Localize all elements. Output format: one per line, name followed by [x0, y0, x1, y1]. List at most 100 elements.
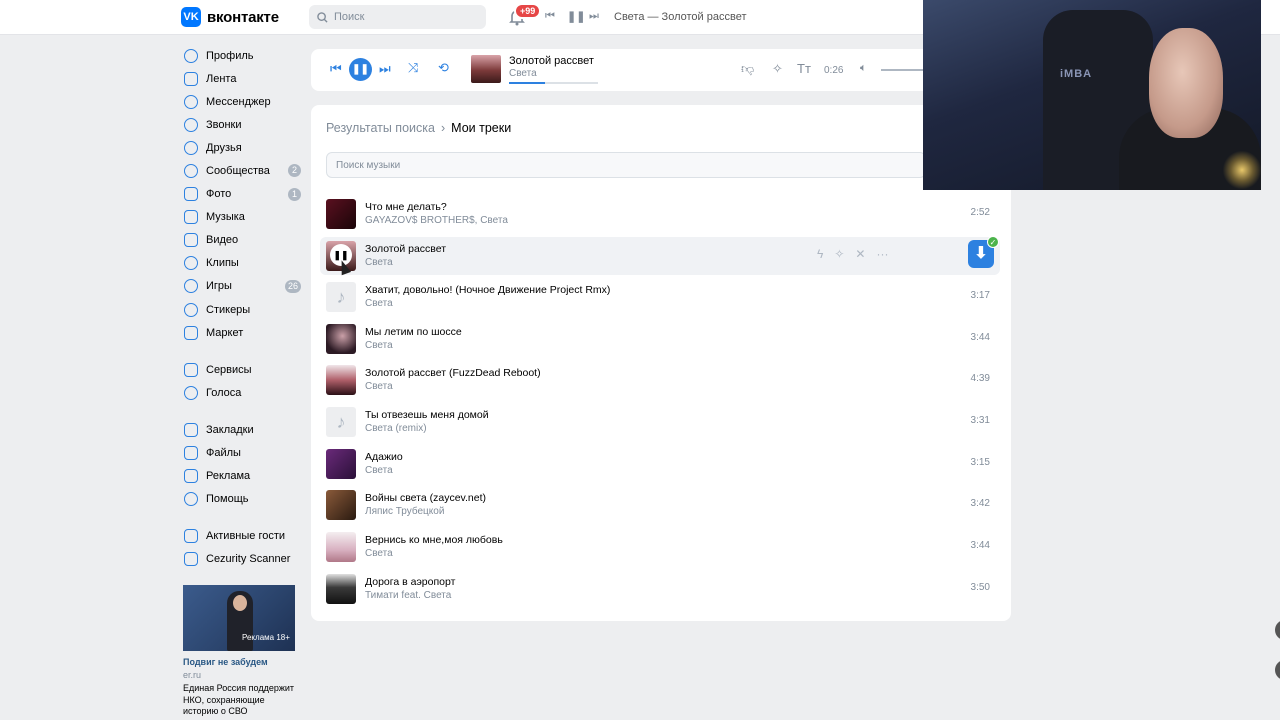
sidebar-item-clips[interactable]: Клипы — [181, 252, 301, 275]
sidebar-item-photos[interactable]: Фото 1 — [181, 183, 301, 206]
sidebar-item-label: Маркет — [206, 326, 244, 339]
player-artist[interactable]: Света — [509, 68, 537, 79]
track-title[interactable]: Ты отвезешь меня домой — [365, 409, 489, 421]
sidebar-item-market[interactable]: Маркет — [181, 321, 301, 344]
sidebar-item-feed[interactable]: Лента — [181, 67, 301, 90]
track-duration: 3:31 — [970, 415, 990, 426]
track-cover[interactable] — [326, 365, 356, 395]
sidebar-item-active-guests[interactable]: Активные гости — [181, 525, 301, 548]
player-title[interactable]: Золотой рассвет — [509, 55, 594, 67]
text-icon[interactable]: Тт — [797, 61, 811, 76]
track-row[interactable]: Вернись ко мне,моя любовь Света 3:44 — [320, 528, 1000, 566]
sidebar-item-votes[interactable]: Голоса — [181, 381, 301, 404]
track-title[interactable]: Что мне делать? — [365, 201, 447, 213]
track-artist[interactable]: Ляпис Трубецкой — [365, 506, 444, 517]
sidebar-item-bookmarks[interactable]: Закладки — [181, 418, 301, 441]
track-cover[interactable] — [326, 490, 356, 520]
track-artist[interactable]: Света — [365, 257, 393, 268]
track-artist[interactable]: GAYAZOV$ BROTHER$, Света — [365, 215, 508, 226]
sidebar-item-files[interactable]: Файлы — [181, 442, 301, 465]
track-artist[interactable]: Света — [365, 381, 393, 392]
sidebar-item-music[interactable]: Музыка — [181, 206, 301, 229]
sidebar-item-label: Файлы — [206, 447, 241, 460]
sidebar-item-calls[interactable]: Звонки — [181, 113, 301, 136]
track-row-playing[interactable]: ❚❚ Золотой рассвет Света ϟ ✧ ✕ ··· ⬇ ✓ — [320, 236, 1000, 275]
lightning-icon[interactable]: ϟ — [817, 247, 823, 261]
header-now-playing[interactable]: Света — Золотой рассвет — [614, 11, 746, 23]
track-title[interactable]: Мы летим по шоссе — [365, 326, 462, 338]
track-row[interactable]: ♪ Ты отвезешь меня домой Света (remix) 3… — [320, 403, 1000, 441]
track-cover[interactable] — [326, 199, 356, 229]
player-cover — [471, 55, 501, 83]
track-row[interactable]: ♪ Хватит, довольно! (Ночное Движение Pro… — [320, 278, 1000, 316]
games-badge: 26 — [284, 279, 301, 293]
sidebar-item-ads[interactable]: Реклама — [181, 465, 301, 488]
volume-icon[interactable]: 🔈︎ — [860, 62, 867, 75]
services-icon — [184, 362, 198, 377]
photo-icon — [184, 187, 198, 202]
shuffle-icon[interactable]: ⤨ — [408, 60, 418, 76]
sidebar-item-communities[interactable]: Сообщества 2 — [181, 159, 301, 182]
track-row[interactable]: Дорога в аэропорт Тимати feat. Света 3:5… — [320, 570, 1000, 608]
track-cover[interactable] — [326, 532, 356, 562]
sparkle-icon[interactable]: ✧ — [834, 247, 844, 261]
track-title[interactable]: Хватит, довольно! (Ночное Движение Proje… — [365, 284, 610, 296]
track-cover[interactable] — [326, 449, 356, 479]
sidebar-item-label: Фото — [206, 188, 232, 201]
track-title[interactable]: Золотой рассвет (FuzzDead Reboot) — [365, 367, 541, 379]
pause-button[interactable]: ❚❚ — [349, 58, 372, 81]
breadcrumb-search-results[interactable]: Результаты поиска — [326, 121, 435, 135]
edge-widget[interactable] — [1275, 620, 1280, 640]
sidebar-item-cezurity[interactable]: Cezurity Scanner — [181, 548, 301, 571]
sparkle-icon[interactable]: ✧ — [772, 61, 783, 77]
track-title[interactable]: Дорога в аэропорт — [365, 576, 455, 588]
ad-image[interactable]: Реклама 18+ — [183, 585, 295, 651]
track-cover[interactable] — [326, 324, 356, 354]
track-row[interactable]: Что мне делать? GAYAZOV$ BROTHER$, Света… — [320, 195, 1000, 233]
sidebar-item-help[interactable]: Помощь — [181, 488, 301, 511]
sidebar-item-stickers[interactable]: Стикеры — [181, 298, 301, 321]
track-title[interactable]: Адажио — [365, 451, 403, 463]
prev-track-button[interactable]: ⏮ — [330, 61, 342, 77]
music-note-icon[interactable]: ♪ — [326, 282, 356, 312]
breadcrumb: Результаты поиска › Мои треки — [326, 121, 511, 135]
edge-widget[interactable] — [1275, 660, 1280, 680]
track-artist[interactable]: Света — [365, 298, 393, 309]
track-title[interactable]: Вернись ко мне,моя любовь — [365, 534, 503, 546]
sidebar-item-video[interactable]: Видео — [181, 229, 301, 252]
music-note-icon[interactable]: ♪ — [326, 407, 356, 437]
close-icon[interactable]: ✕ — [855, 247, 865, 261]
sidebar-item-friends[interactable]: Друзья — [181, 136, 301, 159]
more-icon[interactable]: ··· — [876, 247, 888, 261]
track-cover[interactable] — [326, 574, 356, 604]
sidebar-item-label: Голоса — [206, 386, 242, 399]
volume-slider[interactable] — [881, 69, 926, 71]
header-search-input[interactable]: Поиск — [309, 5, 486, 29]
track-artist[interactable]: Света (remix) — [365, 423, 427, 434]
track-artist[interactable]: Света — [365, 465, 393, 476]
sidebar-item-services[interactable]: Сервисы — [181, 358, 301, 381]
track-row[interactable]: Золотой рассвет (FuzzDead Reboot) Света … — [320, 361, 1000, 399]
pause-icon[interactable]: ❚❚ — [567, 10, 585, 23]
prev-track-icon[interactable]: ⏮ — [545, 10, 555, 23]
ad-title[interactable]: Подвиг не забудем — [183, 657, 268, 667]
track-title[interactable]: Золотой рассвет — [365, 243, 446, 255]
sidebar-item-games[interactable]: Игры 26 — [181, 275, 301, 298]
sidebar-item-profile[interactable]: Профиль — [181, 44, 301, 67]
track-title[interactable]: Войны света (zaycev.net) — [365, 492, 486, 504]
vk-logo[interactable]: VK вконтакте — [181, 7, 279, 27]
sidebar-item-label: Мессенджер — [206, 95, 271, 108]
next-track-button[interactable]: ⏭ — [379, 61, 391, 77]
repeat-icon[interactable]: ⟲ — [438, 60, 449, 76]
track-artist[interactable]: Света — [365, 340, 393, 351]
track-row[interactable]: Адажио Света 3:15 — [320, 445, 1000, 483]
track-row[interactable]: Войны света (zaycev.net) Ляпис Трубецкой… — [320, 486, 1000, 524]
music-search-input[interactable]: Поиск музыки — [326, 152, 926, 178]
player-progress[interactable] — [509, 82, 598, 84]
dislike-icon[interactable]: 👎︎ — [741, 61, 754, 77]
track-artist[interactable]: Тимати feat. Света — [365, 590, 451, 601]
track-row[interactable]: Мы летим по шоссе Света 3:44 — [320, 320, 1000, 358]
sidebar-item-messenger[interactable]: Мессенджер — [181, 90, 301, 113]
next-track-icon[interactable]: ⏭ — [589, 10, 599, 23]
track-artist[interactable]: Света — [365, 548, 393, 559]
